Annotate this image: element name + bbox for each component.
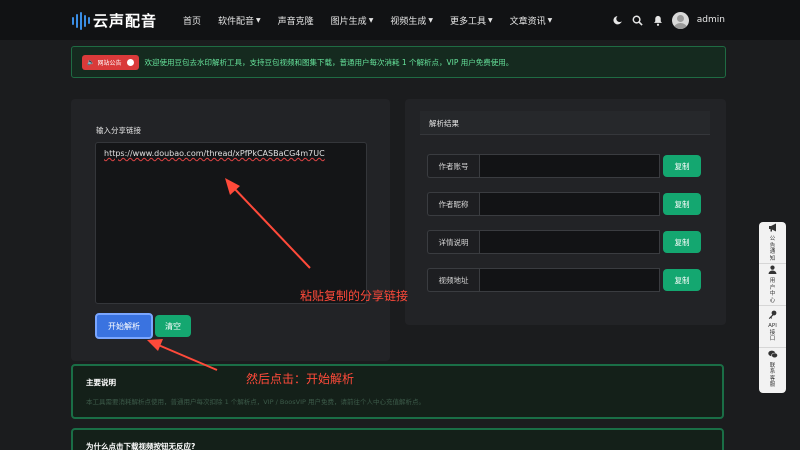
- side-item-announcement[interactable]: 公告通知: [759, 222, 786, 264]
- author-nickname-field[interactable]: [479, 192, 660, 216]
- side-label: 联系客服: [769, 362, 776, 389]
- field-label: 作者昵称: [427, 192, 479, 216]
- share-link-panel: 输入分享链接 https://www.doubao.com/thread/xPf…: [71, 99, 390, 361]
- announcement-bar: 🔈 网站公告 欢迎使用豆包去水印解析工具，支持豆包视频和图集下载，普通用户每次消…: [71, 46, 726, 78]
- logo-text: 云声配音: [93, 12, 158, 30]
- username[interactable]: admin: [697, 15, 725, 25]
- copy-button[interactable]: 复制: [663, 269, 701, 291]
- field-label: 作者账号: [427, 154, 479, 178]
- nav-label: 更多工具: [449, 16, 486, 27]
- usage-notes-card: 主要说明 本工具需要消耗解析点使用，普通用户每次扣除 1 个解析点，VIP / …: [71, 364, 724, 419]
- header-tools: admin: [612, 0, 725, 40]
- side-float-toolbar: 公告通知 用户中心 API接口 联系客服: [759, 222, 786, 393]
- result-row-video-url: 视频地址 复制: [427, 268, 717, 292]
- chevron-down-icon: ▼: [547, 16, 553, 24]
- copy-button[interactable]: 复制: [663, 155, 701, 177]
- soundwave-icon: [72, 11, 90, 30]
- notice-badge-label: 网站公告: [97, 59, 122, 67]
- user-icon: [768, 265, 777, 277]
- nav-more-tools[interactable]: 更多工具 ▼: [450, 14, 493, 27]
- side-label: 用户中心: [769, 278, 776, 304]
- nav-label: 首页: [183, 16, 202, 27]
- chevron-down-icon: ▼: [256, 16, 261, 24]
- result-row-description: 详情说明 复制: [427, 230, 717, 254]
- chevron-down-icon: ▼: [368, 16, 374, 24]
- speaker-icon: 🔈: [87, 58, 95, 66]
- site-logo[interactable]: 云声配音: [72, 10, 157, 31]
- chevron-down-icon: ▼: [487, 16, 493, 24]
- video-url-field[interactable]: [479, 268, 660, 292]
- annotation-paste: 粘贴复制的分享链接: [300, 289, 409, 303]
- nav-label: 声音克隆: [277, 16, 314, 27]
- nav-label: 文章资讯: [509, 16, 546, 27]
- nav-software-dubbing[interactable]: 软件配音 ▼: [218, 14, 261, 27]
- copy-button[interactable]: 复制: [663, 193, 701, 215]
- field-label: 详情说明: [427, 230, 479, 254]
- side-label: API接口: [768, 323, 777, 343]
- annotation-click: 然后点击：开始解析: [246, 372, 355, 386]
- bell-icon[interactable]: [652, 14, 664, 26]
- chat-icon: [767, 350, 778, 362]
- moon-icon[interactable]: [612, 14, 624, 26]
- chevron-down-icon: ▼: [428, 16, 433, 24]
- nav-articles[interactable]: 文章资讯 ▼: [510, 14, 553, 27]
- result-row-author-account: 作者账号 复制: [427, 154, 717, 178]
- toggle-dot-icon: [126, 58, 134, 66]
- side-item-support[interactable]: 联系客服: [759, 348, 786, 390]
- side-item-user-center[interactable]: 用户中心: [759, 264, 786, 306]
- start-parse-button[interactable]: 开始解析: [95, 313, 153, 339]
- nav-voice-clone[interactable]: 声音克隆: [278, 14, 314, 27]
- notice-badge: 🔈 网站公告: [82, 54, 139, 70]
- usage-notes-title: 主要说明: [86, 378, 116, 387]
- top-navbar: 云声配音 首页 软件配音 ▼ 声音克隆 图片生成 ▼ 视频生成 ▼ 更多工具 ▼ 文章资…: [0, 0, 800, 40]
- field-label: 视频地址: [427, 268, 479, 292]
- nav-video-generation[interactable]: 视频生成 ▼: [390, 14, 433, 27]
- megaphone-icon: [768, 223, 778, 235]
- result-row-author-nickname: 作者昵称 复制: [427, 192, 717, 216]
- nav-label: 软件配音: [218, 16, 255, 27]
- side-label: 公告通知: [769, 236, 776, 262]
- nav-label: 图片生成: [330, 16, 367, 27]
- faq-title: 为什么点击下载视频按钮无反应?: [86, 442, 196, 450]
- result-title: 解析结果: [420, 111, 710, 135]
- description-field[interactable]: [479, 230, 660, 254]
- share-link-textarea[interactable]: https://www.doubao.com/thread/xPfPkCASBa…: [95, 142, 367, 304]
- usage-notes-text: 本工具需要消耗解析点使用，普通用户每次扣除 1 个解析点，VIP / BoosV…: [86, 398, 426, 406]
- avatar[interactable]: [671, 11, 689, 29]
- search-icon[interactable]: [632, 14, 644, 26]
- share-link-label: 输入分享链接: [96, 126, 141, 135]
- share-link-value: https://www.doubao.com/thread/xPfPkCASBa…: [104, 149, 325, 158]
- author-account-field[interactable]: [479, 154, 660, 178]
- side-item-api[interactable]: API接口: [759, 306, 786, 348]
- clear-button[interactable]: 清空: [155, 315, 191, 337]
- main-nav: 首页 软件配音 ▼ 声音克隆 图片生成 ▼ 视频生成 ▼ 更多工具 ▼ 文章资讯 ▼: [183, 0, 569, 40]
- key-icon: [768, 310, 777, 322]
- nav-home[interactable]: 首页: [183, 14, 201, 27]
- nav-image-generation[interactable]: 图片生成 ▼: [331, 14, 374, 27]
- parse-result-panel: 解析结果 作者账号 复制 作者昵称 复制 详情说明 复制 视频地址 复制: [405, 99, 726, 325]
- faq-card[interactable]: 为什么点击下载视频按钮无反应?: [71, 428, 724, 450]
- nav-label: 视频生成: [390, 16, 427, 27]
- copy-button[interactable]: 复制: [663, 231, 701, 253]
- notice-text: 欢迎使用豆包去水印解析工具，支持豆包视频和图集下载，普通用户每次消耗 1 个解析…: [144, 57, 514, 67]
